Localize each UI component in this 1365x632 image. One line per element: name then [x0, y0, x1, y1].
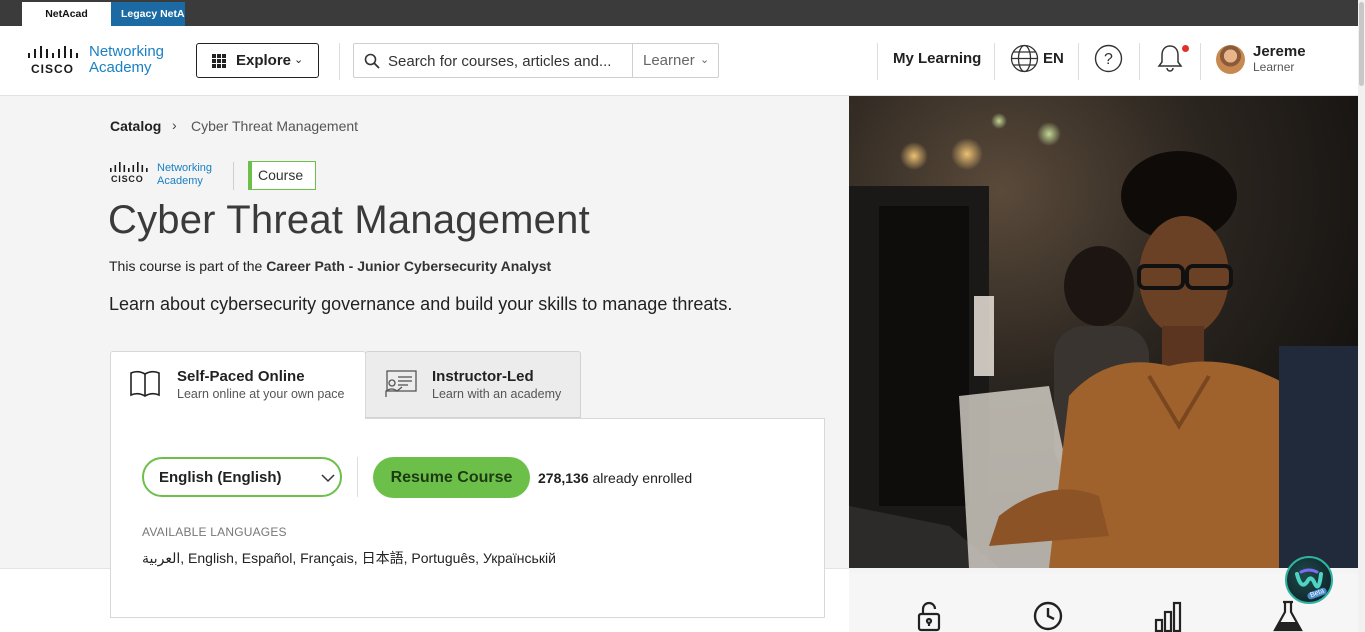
lab-flask-icon	[1273, 600, 1303, 632]
svg-text:?: ?	[1104, 51, 1113, 68]
language-select-value: English (English)	[159, 469, 282, 486]
chevron-down-icon: ⌄	[294, 54, 304, 66]
explore-button[interactable]: Explore ⌄	[196, 43, 319, 78]
language-selector[interactable]: EN	[1043, 50, 1064, 67]
grid-icon	[212, 54, 226, 68]
search-input[interactable]	[388, 50, 628, 72]
available-languages-list: العربية, English, Español, Français, 日本語…	[142, 550, 556, 566]
logo-line-1: Networking	[157, 162, 213, 174]
chevron-right-icon: ›	[172, 117, 177, 133]
career-path-prefix: This course is part of the	[109, 258, 267, 274]
cisco-netacad-logo-small: CISCO Networking Academy	[109, 162, 229, 190]
user-name[interactable]: Jereme	[1253, 43, 1306, 60]
clock-icon	[1033, 601, 1063, 631]
page-title: Cyber Threat Management	[108, 198, 590, 242]
tab-netacad[interactable]: NetAcad	[22, 2, 111, 26]
enroll-panel: English (English) Resume Course 278,136 …	[110, 418, 825, 618]
divider	[233, 162, 234, 190]
course-description: Learn about cybersecurity governance and…	[109, 294, 733, 314]
divider	[1078, 43, 1079, 80]
chevron-down-icon	[321, 474, 335, 483]
language-select[interactable]: English (English)	[142, 457, 342, 497]
career-path-note: This course is part of the Career Path -…	[109, 258, 551, 274]
enrolled-number: 278,136	[538, 470, 589, 486]
divider	[357, 457, 358, 497]
search-icon[interactable]	[364, 53, 380, 69]
tab-self-paced-title: Self-Paced Online	[177, 368, 305, 385]
logo-line-2: Academy	[157, 174, 203, 187]
bar-chart-icon	[1154, 601, 1182, 632]
tab-legacy-netacad[interactable]: Legacy NetAcad	[111, 2, 185, 26]
cisco-wordmark: CISCO	[31, 62, 75, 76]
breadcrumb-catalog[interactable]: Catalog	[110, 118, 161, 134]
hero-image	[849, 96, 1358, 568]
cisco-bars-icon	[28, 46, 78, 58]
cisco-netacad-logo[interactable]: CISCO Networking Academy	[27, 43, 172, 79]
search-divider	[632, 44, 633, 77]
scrollbar[interactable]	[1358, 0, 1365, 632]
search-role-select[interactable]: Learner	[643, 52, 695, 69]
course-type-badge: Course	[248, 161, 316, 190]
classroom-icon	[385, 370, 417, 397]
networking-academy-wordmark: Networking Academy	[89, 44, 164, 76]
career-path-link[interactable]: Career Path - Junior Cybersecurity Analy…	[266, 258, 551, 274]
enrolled-suffix: already enrolled	[588, 470, 693, 486]
divider	[877, 43, 878, 80]
logo-line-1: Networking	[89, 43, 165, 60]
globe-icon[interactable]	[1010, 44, 1039, 73]
book-icon	[130, 370, 160, 397]
divider	[994, 43, 995, 80]
chevron-down-icon[interactable]: ⌄	[700, 53, 709, 66]
hero-photo-illustration	[849, 96, 1358, 568]
logo-line-2: Academy	[89, 59, 152, 76]
divider	[1200, 43, 1201, 80]
explore-label: Explore	[236, 52, 292, 69]
tab-self-paced-subtitle: Learn online at your own pace	[177, 387, 345, 401]
my-learning-link[interactable]: My Learning	[893, 50, 981, 67]
divider	[339, 43, 340, 80]
cisco-wordmark: CISCO	[111, 174, 144, 184]
enrolled-count: 278,136 already enrolled	[538, 470, 692, 486]
course-stats-strip	[849, 573, 1358, 632]
tab-instructor-led-title: Instructor-Led	[432, 368, 534, 385]
unlock-icon	[917, 601, 941, 632]
top-strip: NetAcad Legacy NetAcad	[0, 0, 1358, 26]
help-icon[interactable]: ?	[1094, 44, 1123, 73]
search-bar: Learner ⌄	[353, 43, 719, 78]
networking-academy-wordmark: Networking Academy	[157, 162, 212, 187]
user-role: Learner	[1253, 60, 1295, 74]
cisco-bars-icon	[110, 162, 148, 172]
avatar[interactable]	[1216, 45, 1245, 74]
tab-instructor-led[interactable]: Instructor-Led Learn with an academy	[365, 351, 581, 418]
resume-course-button[interactable]: Resume Course	[373, 457, 530, 498]
divider	[1139, 43, 1140, 80]
bell-icon[interactable]	[1156, 43, 1184, 73]
tab-instructor-led-subtitle: Learn with an academy	[432, 387, 562, 401]
available-languages-label: AVAILABLE LANGUAGES	[142, 525, 287, 539]
breadcrumb-current: Cyber Threat Management	[191, 118, 359, 134]
tab-self-paced[interactable]: Self-Paced Online Learn online at your o…	[110, 351, 366, 419]
scrollbar-thumb[interactable]	[1359, 2, 1364, 86]
notification-dot	[1182, 45, 1189, 52]
site-header: CISCO Networking Academy Explore ⌄ Learn…	[0, 26, 1358, 96]
